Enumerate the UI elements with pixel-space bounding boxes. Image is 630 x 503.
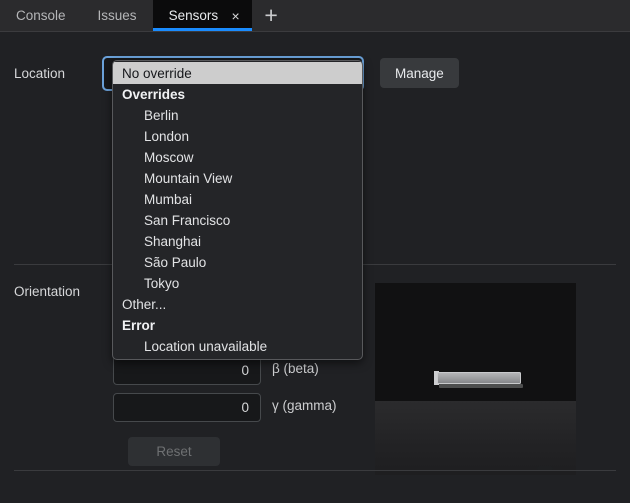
dropdown-option-sao-paulo[interactable]: São Paulo: [113, 252, 362, 273]
manage-button[interactable]: Manage: [380, 58, 459, 88]
dropdown-option-san-francisco[interactable]: San Francisco: [113, 210, 362, 231]
tab-console[interactable]: Console: [0, 0, 82, 31]
active-tab-indicator: [153, 28, 253, 31]
add-tab-icon[interactable]: +: [252, 0, 290, 31]
gamma-value: 0: [241, 400, 249, 415]
dropdown-option-london[interactable]: London: [113, 126, 362, 147]
reset-button[interactable]: Reset: [128, 437, 220, 466]
dropdown-option-berlin[interactable]: Berlin: [113, 105, 362, 126]
tab-sensors[interactable]: Sensors ×: [153, 0, 253, 31]
dropdown-option-tokyo[interactable]: Tokyo: [113, 273, 362, 294]
dropdown-group-overrides: Overrides: [113, 84, 362, 105]
dropdown-option-location-unavailable[interactable]: Location unavailable: [113, 336, 362, 357]
tab-label: Sensors: [169, 8, 219, 23]
dropdown-option-moscow[interactable]: Moscow: [113, 147, 362, 168]
beta-input[interactable]: 0: [113, 356, 261, 385]
tab-label: Console: [16, 8, 66, 23]
dropdown-option-shanghai[interactable]: Shanghai: [113, 231, 362, 252]
beta-value: 0: [241, 363, 249, 378]
gamma-unit-label: γ (gamma): [272, 398, 337, 413]
devtools-tab-bar: Console Issues Sensors × +: [0, 0, 630, 32]
dropdown-option-mountain-view[interactable]: Mountain View: [113, 168, 362, 189]
location-dropdown-menu: No override Overrides Berlin London Mosc…: [112, 60, 363, 360]
tab-label: Issues: [98, 8, 137, 23]
device-shadow: [439, 384, 523, 388]
dropdown-option-no-override[interactable]: No override: [113, 62, 362, 84]
section-divider-bottom: [14, 470, 616, 471]
dropdown-option-other[interactable]: Other...: [113, 294, 362, 315]
orientation-label: Orientation: [0, 284, 103, 299]
device-model[interactable]: [437, 372, 521, 384]
preview-ground: [375, 401, 576, 475]
dropdown-group-error: Error: [113, 315, 362, 336]
location-label: Location: [0, 66, 103, 81]
close-icon[interactable]: ×: [229, 9, 242, 23]
gamma-input[interactable]: 0: [113, 393, 261, 422]
orientation-preview[interactable]: [375, 283, 576, 475]
tab-issues[interactable]: Issues: [82, 0, 153, 31]
dropdown-option-mumbai[interactable]: Mumbai: [113, 189, 362, 210]
beta-unit-label: β (beta): [272, 361, 319, 376]
